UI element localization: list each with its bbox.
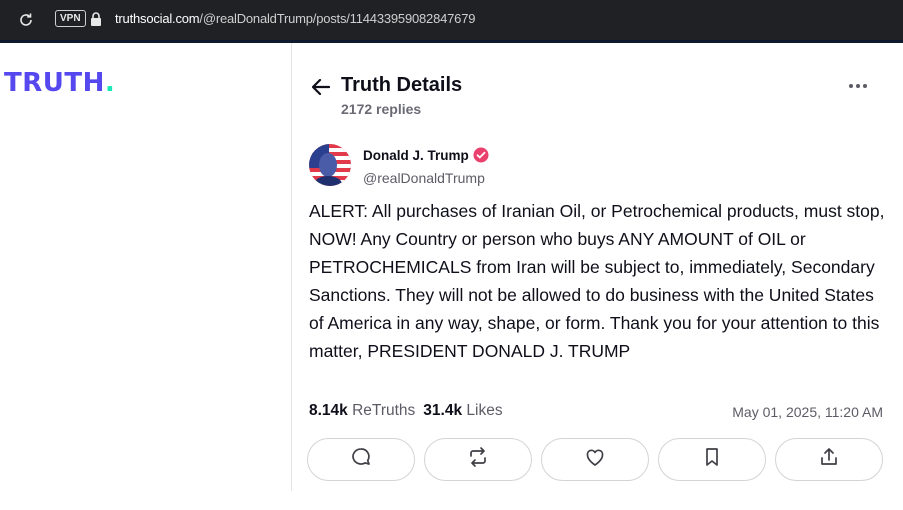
bookmark-button[interactable]	[658, 438, 766, 481]
page-bottom	[0, 491, 903, 510]
post-timestamp: May 01, 2025, 11:20 AM	[732, 404, 883, 420]
vpn-badge[interactable]: VPN	[55, 10, 86, 27]
like-button[interactable]	[541, 438, 649, 481]
reply-button[interactable]	[307, 438, 415, 481]
reply-icon	[350, 446, 372, 473]
author-handle[interactable]: @realDonaldTrump	[363, 170, 485, 186]
share-button[interactable]	[775, 438, 883, 481]
action-bar	[307, 438, 883, 481]
avatar[interactable]	[309, 144, 351, 186]
address-bar[interactable]: truthsocial.com/@realDonaldTrump/posts/1…	[115, 11, 475, 26]
like-icon	[584, 446, 606, 473]
lock-icon[interactable]	[90, 12, 102, 26]
back-arrow-icon[interactable]	[310, 76, 332, 98]
url-domain: truthsocial.com	[115, 11, 200, 26]
replies-count: 2172 replies	[341, 101, 422, 117]
truth-logo[interactable]: TRUTH.	[4, 70, 115, 96]
left-sidebar: TRUTH.	[0, 43, 292, 491]
share-icon	[818, 446, 840, 473]
verified-badge-icon	[473, 147, 489, 163]
retruth-button[interactable]	[424, 438, 532, 481]
more-options-icon[interactable]	[845, 77, 871, 95]
post-stats: 8.14k ReTruths 31.4k Likes	[309, 402, 503, 420]
post-text: ALERT: All purchases of Iranian Oil, or …	[309, 201, 885, 361]
likes-stat[interactable]: 31.4k Likes	[423, 402, 502, 420]
retruths-stat[interactable]: 8.14k ReTruths	[309, 402, 415, 420]
browser-toolbar: VPN truthsocial.com/@realDonaldTrump/pos…	[0, 0, 903, 40]
author-row: Donald J. Trump	[363, 147, 489, 163]
url-path: /@realDonaldTrump/posts/1144339590828476…	[199, 11, 476, 26]
bookmark-icon	[701, 446, 723, 473]
retruth-icon	[467, 446, 489, 473]
reload-icon[interactable]	[17, 11, 35, 29]
post-detail: Truth Details 2172 replies Donald J. Tru…	[293, 43, 903, 491]
page-title: Truth Details	[341, 74, 463, 96]
author-name[interactable]: Donald J. Trump	[363, 148, 469, 163]
